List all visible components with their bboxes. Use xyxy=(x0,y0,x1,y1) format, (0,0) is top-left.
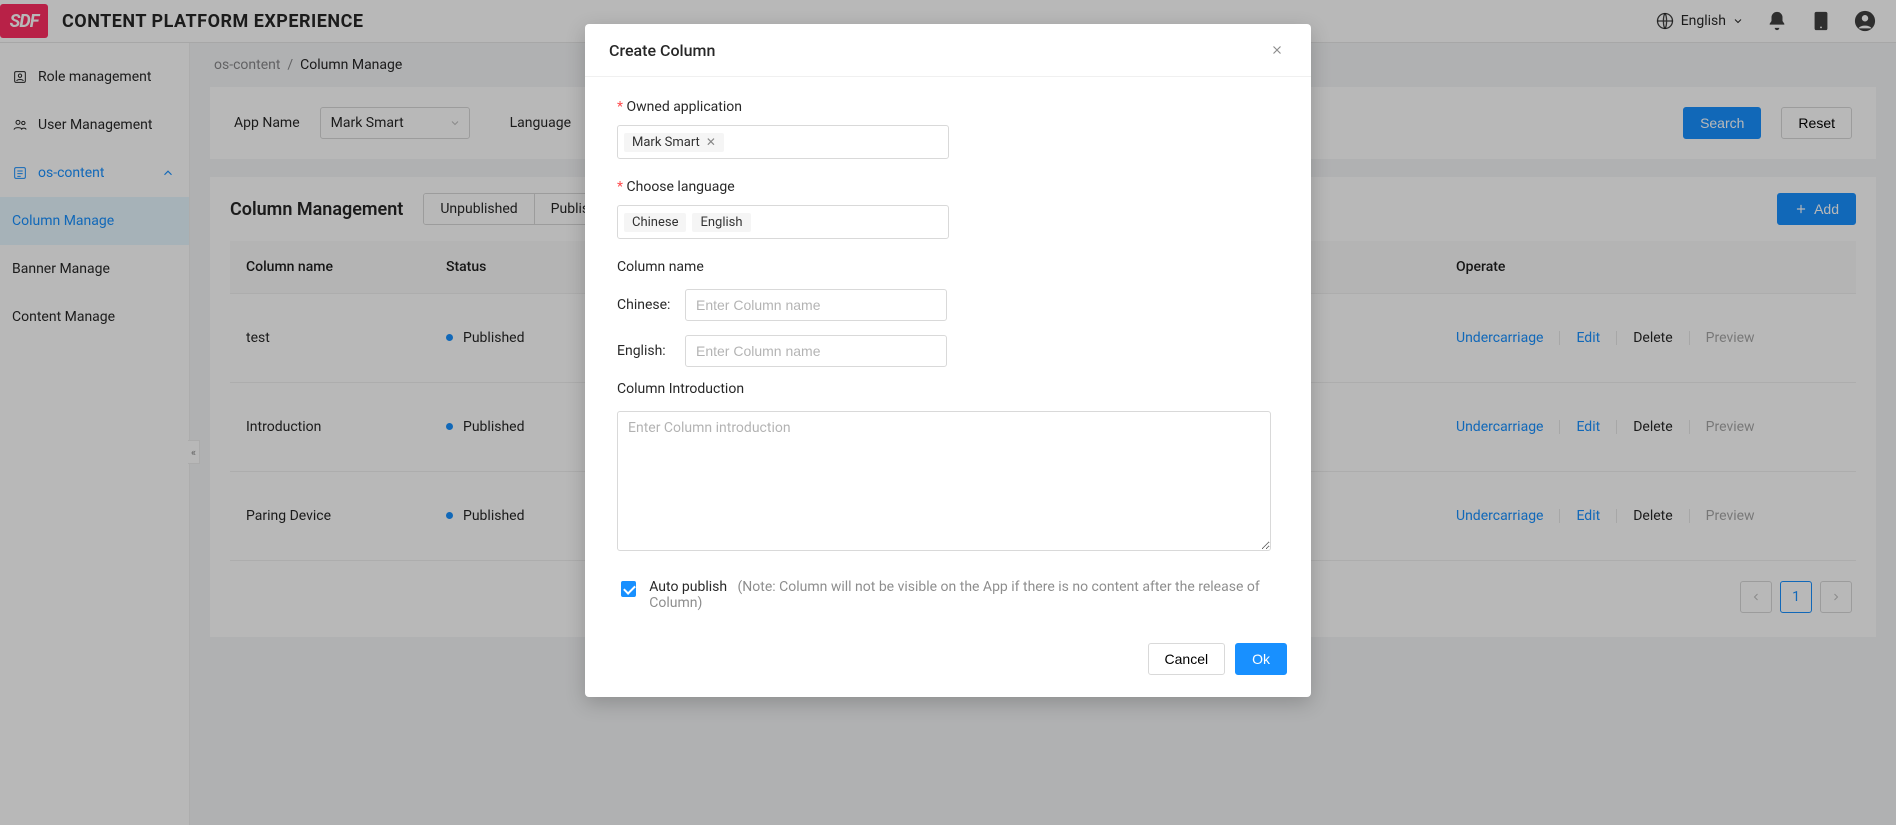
ok-button[interactable]: Ok xyxy=(1235,643,1287,675)
column-name-english-label: English: xyxy=(617,343,673,359)
language-tag-english: English xyxy=(692,213,750,232)
column-intro-textarea[interactable] xyxy=(617,411,1271,551)
modal-title: Create Column xyxy=(609,41,715,60)
choose-language-input[interactable]: Chinese English xyxy=(617,205,949,239)
auto-publish-label: Auto publish xyxy=(649,579,727,595)
owned-application-label: Owned application xyxy=(617,99,1279,115)
language-tag-chinese: Chinese xyxy=(624,213,686,232)
tag-label: Chinese xyxy=(632,215,678,230)
tag-remove-icon[interactable]: ✕ xyxy=(706,135,716,149)
column-intro-label: Column Introduction xyxy=(617,381,1279,397)
column-name-chinese-label: Chinese: xyxy=(617,297,673,313)
create-column-modal: Create Column Owned application Mark Sma… xyxy=(585,24,1311,697)
owned-application-tag: Mark Smart ✕ xyxy=(624,133,724,152)
column-name-english-input[interactable] xyxy=(685,335,947,367)
tag-label: English xyxy=(700,215,742,230)
auto-publish-note: (Note: Column will not be visible on the… xyxy=(649,579,1259,611)
column-name-section-label: Column name xyxy=(617,259,1279,275)
choose-language-label: Choose language xyxy=(617,179,1279,195)
cancel-button[interactable]: Cancel xyxy=(1148,643,1226,675)
auto-publish-checkbox[interactable] xyxy=(621,581,636,597)
tag-label: Mark Smart xyxy=(632,135,700,150)
close-icon xyxy=(1270,43,1284,57)
column-name-chinese-input[interactable] xyxy=(685,289,947,321)
owned-application-input[interactable]: Mark Smart ✕ xyxy=(617,125,949,159)
modal-close-button[interactable] xyxy=(1267,40,1287,60)
